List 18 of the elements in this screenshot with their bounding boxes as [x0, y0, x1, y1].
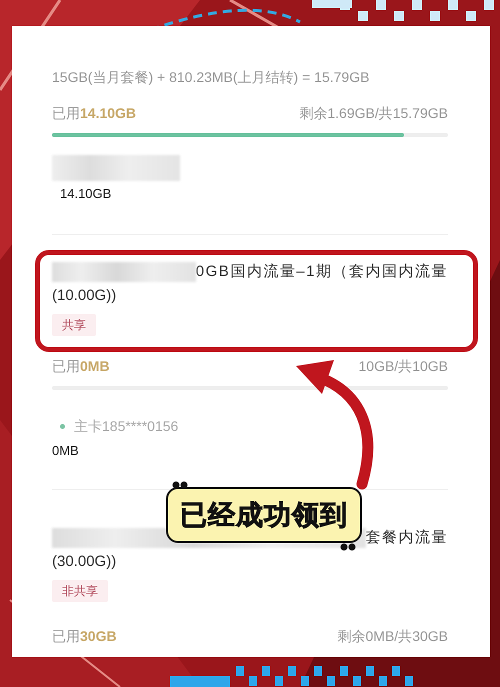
member-usage: 0MB [52, 442, 80, 460]
formula-text: 15GB(当月套餐) + 810.23MB(上月结转) = 15.79GB [52, 68, 370, 87]
member-usage: 14.10GB [59, 185, 112, 203]
plan-title: (30.00G)) [52, 552, 118, 572]
used-amount: 已用14.10GB [52, 104, 136, 123]
plan-title: 0GB国内流量–1期（套内国内流量 [196, 262, 448, 282]
remaining-total: 10GB/共10GB [358, 357, 448, 376]
used-amount: 已用30GB [52, 627, 117, 646]
plan-title: (10.00G)) [52, 286, 118, 306]
quote-icon [340, 543, 356, 553]
remaining-total: 剩余0MB/共30GB [338, 627, 448, 646]
used-amount: 已用0MB [52, 357, 110, 376]
share-tag: 共享 [52, 314, 96, 336]
plan-title: 套餐内流量 [366, 528, 448, 548]
member-number: 主卡185****0156 [74, 417, 178, 436]
share-tag: 非共享 [52, 580, 108, 602]
callout-text: 已经成功领到 [166, 487, 362, 543]
remaining-total: 剩余1.69GB/共15.79GB [299, 104, 448, 123]
